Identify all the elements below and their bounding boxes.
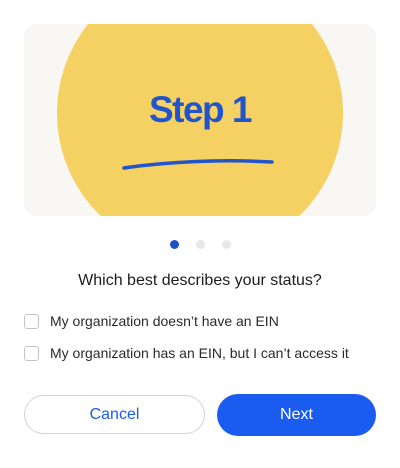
pagination-dot-1[interactable] [170, 240, 179, 249]
next-button[interactable]: Next [217, 394, 376, 436]
option-cannot-access-ein[interactable]: My organization has an EIN, but I can’t … [24, 344, 349, 362]
pagination-dot-2[interactable] [196, 240, 205, 249]
step-illustration: Step 1 [24, 24, 376, 216]
option-no-ein-label[interactable]: My organization doesn’t have an EIN [50, 312, 279, 330]
option-no-ein-checkbox[interactable] [24, 313, 39, 329]
option-cannot-access-ein-label[interactable]: My organization has an EIN, but I can’t … [50, 344, 349, 362]
cancel-button[interactable]: Cancel [24, 395, 205, 434]
underline-stroke [122, 159, 274, 170]
option-no-ein[interactable]: My organization doesn’t have an EIN [24, 312, 279, 330]
handdrawn-underline [122, 159, 274, 170]
step-title: Step 1 [148, 89, 253, 130]
question-heading: Which best describes your status? [78, 272, 322, 289]
pagination-dot-3[interactable] [222, 240, 231, 249]
option-cannot-access-ein-checkbox[interactable] [24, 345, 39, 361]
pagination-dots [170, 240, 231, 249]
